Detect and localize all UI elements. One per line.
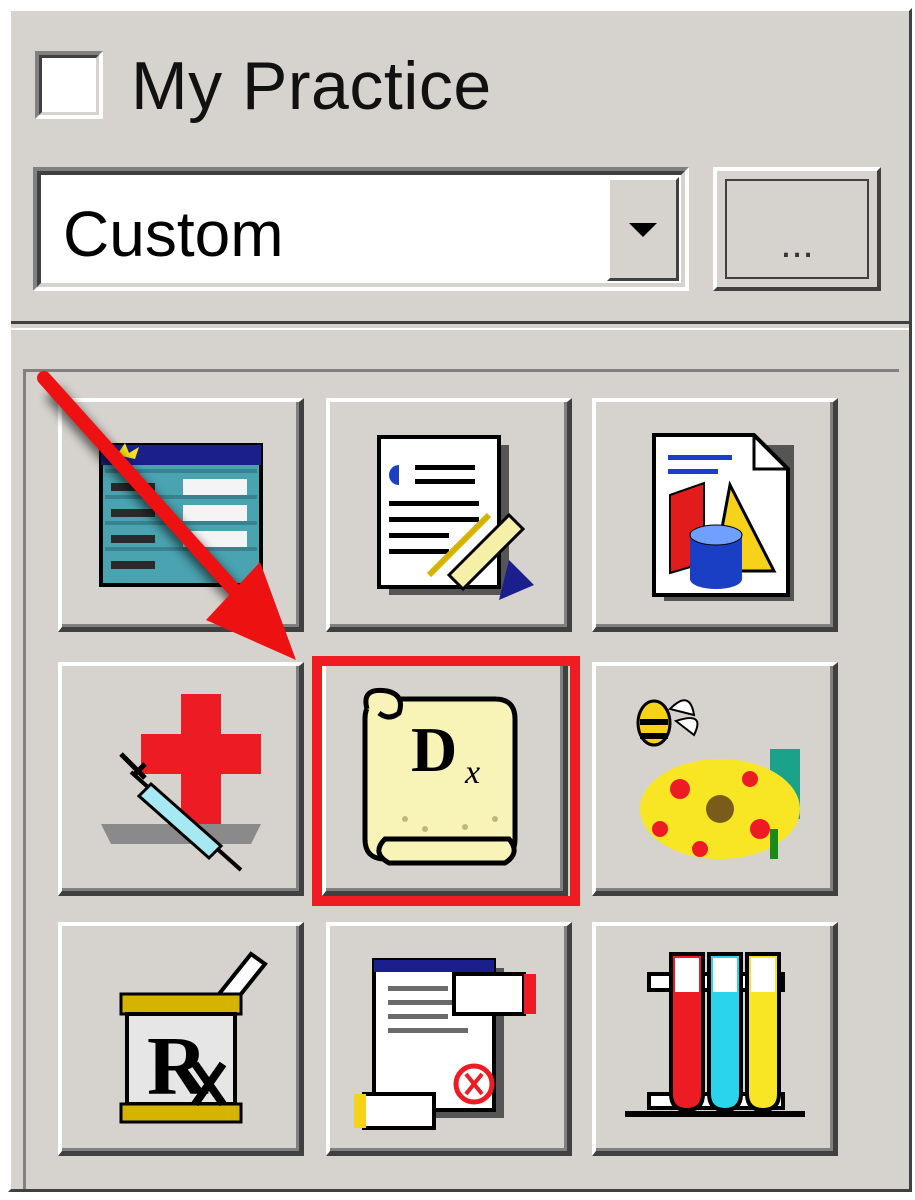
filter-section: My Practice Custom ...	[11, 11, 909, 321]
notes-writing-hand-icon	[376, 434, 534, 600]
documents-tile-button[interactable]	[592, 398, 838, 632]
lab-test-tubes-icon	[624, 951, 805, 1117]
schedule-tile-button[interactable]	[58, 398, 304, 632]
allergy-bee-flower-icon	[636, 698, 800, 859]
red-cross-syringe-icon	[100, 693, 261, 871]
prescriptions-tile-button[interactable]: R	[58, 922, 304, 1156]
highlight-box	[312, 656, 580, 906]
rx-mortar-pestle-icon: R	[119, 950, 268, 1123]
view-select-dropdown-button[interactable]	[607, 177, 679, 281]
chevron-down-icon	[629, 223, 657, 237]
view-select-value: Custom	[63, 198, 284, 270]
my-practice-label[interactable]: My Practice	[131, 47, 492, 125]
referral-tile-button[interactable]	[326, 922, 572, 1156]
schedule-grid-icon	[98, 442, 263, 587]
referral-document-icon	[353, 957, 536, 1130]
more-options-button[interactable]: ...	[713, 167, 881, 291]
lab-results-tile-button[interactable]	[592, 922, 838, 1156]
documents-shapes-icon	[651, 432, 794, 601]
rx-text: R	[147, 1020, 209, 1113]
section-divider	[11, 321, 909, 330]
more-options-label: ...	[780, 222, 814, 266]
allergies-tile-button[interactable]	[592, 662, 838, 896]
view-select[interactable]: Custom	[33, 167, 689, 291]
immunization-tile-button[interactable]	[58, 662, 304, 896]
my-practice-checkbox[interactable]	[35, 51, 103, 119]
notes-tile-button[interactable]	[326, 398, 572, 632]
